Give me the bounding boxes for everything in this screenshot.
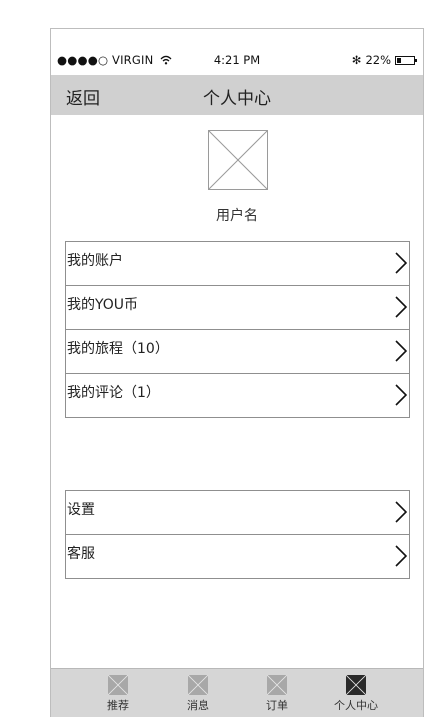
chevron-right-icon [395,545,407,567]
tab-orders[interactable]: 订单 [247,675,307,713]
tab-recommend[interactable]: 推荐 [88,675,148,713]
tab-label: 个人中心 [334,699,378,712]
battery-percent: 22% [365,53,391,67]
phone-frame: ●●●●○ VIRGIN 4:21 PM ✻ 22% 返回 个人中心 用户名 我… [50,28,424,717]
chevron-right-icon [395,501,407,523]
chevron-right-icon [395,340,407,362]
tab-messages[interactable]: 消息 [168,675,228,713]
image-placeholder-icon [209,131,267,189]
menu-item-reviews[interactable]: 我的评论（1） [66,374,409,418]
menu-secondary-group: 设置 客服 [65,490,410,579]
placeholder-icon [108,675,128,695]
status-right: ✻ 22% [351,53,417,67]
battery-icon [395,55,417,65]
menu-item-label: 我的账户 [67,253,123,269]
avatar[interactable] [208,130,268,190]
placeholder-icon [188,675,208,695]
menu-item-you-coins[interactable]: 我的YOU币 [66,286,409,330]
menu-item-label: 设置 [67,502,95,518]
menu-item-account[interactable]: 我的账户 [66,242,409,286]
page-title: 个人中心 [203,89,271,109]
tab-bar: 推荐 消息 订单 个人中心 [51,668,423,717]
menu-item-settings[interactable]: 设置 [66,491,409,535]
menu-item-label: 我的YOU币 [67,297,139,313]
bluetooth-icon: ✻ [351,53,362,67]
menu-item-customer-service[interactable]: 客服 [66,535,409,579]
tab-profile[interactable]: 个人中心 [326,675,386,713]
chevron-right-icon [395,384,407,406]
tab-label: 推荐 [107,699,129,712]
placeholder-icon [346,675,366,695]
navigation-bar: 返回 个人中心 [51,75,423,115]
menu-item-label: 我的评论（1） [67,385,160,401]
menu-item-label: 我的旅程（10） [67,341,169,357]
placeholder-icon [267,675,287,695]
menu-item-label: 客服 [67,546,95,562]
battery-fill [397,57,401,63]
tab-label: 消息 [187,699,209,712]
username-label: 用户名 [216,208,258,224]
chevron-right-icon [395,252,407,274]
chevron-right-icon [395,296,407,318]
tab-label: 订单 [266,699,288,712]
menu-primary-group: 我的账户 我的YOU币 我的旅程（10） 我的评论（1） [65,241,410,418]
menu-item-trips[interactable]: 我的旅程（10） [66,330,409,374]
status-bar: ●●●●○ VIRGIN 4:21 PM ✻ 22% [51,53,423,69]
